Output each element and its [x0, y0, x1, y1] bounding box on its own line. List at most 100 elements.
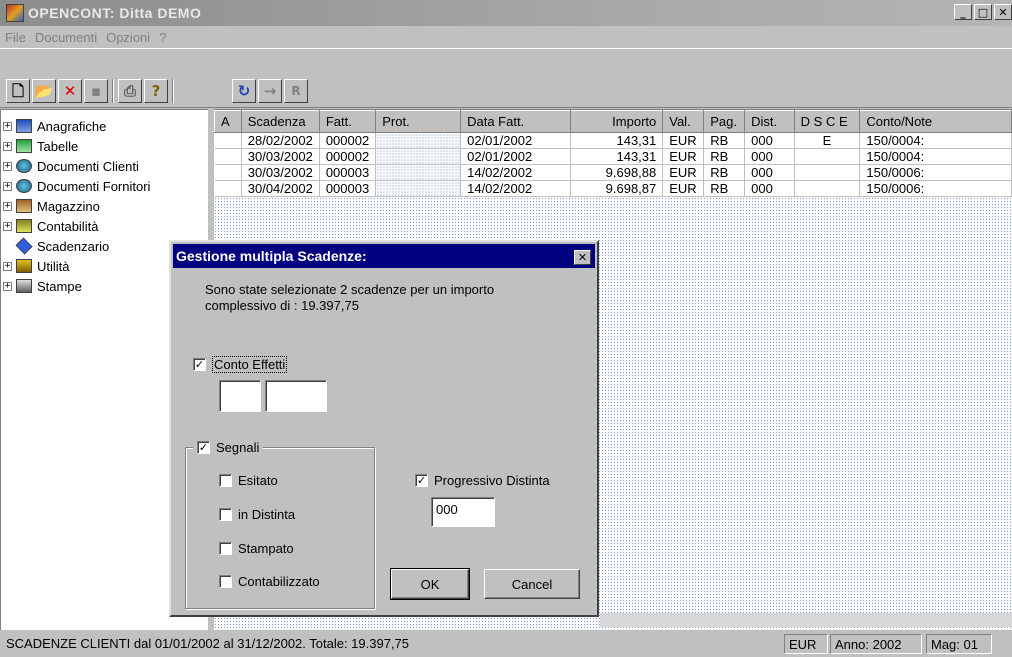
- report-button[interactable]: R: [284, 79, 308, 103]
- checkbox-box[interactable]: ✓: [415, 474, 428, 487]
- segnali-checkbox[interactable]: ✓ Segnali: [193, 440, 264, 455]
- cell-dsce[interactable]: [794, 180, 861, 197]
- column-header[interactable]: Importo: [569, 110, 664, 133]
- checkbox-box[interactable]: [219, 542, 232, 555]
- tree-item-magazzino[interactable]: + Magazzino: [3, 196, 100, 216]
- conto-effetti-field-2[interactable]: [265, 380, 327, 412]
- cell-pag[interactable]: RB: [703, 148, 746, 165]
- cell-val[interactable]: EUR: [662, 132, 705, 149]
- cell-importo[interactable]: 143,31: [570, 148, 664, 165]
- cell-val[interactable]: EUR: [662, 180, 705, 197]
- cell-dist[interactable]: 000: [744, 148, 795, 165]
- save-button[interactable]: ▪: [84, 79, 108, 103]
- expand-icon[interactable]: +: [3, 161, 12, 171]
- menu-opzioni[interactable]: Opzioni: [106, 30, 150, 45]
- cell-fatt[interactable]: 000003: [319, 164, 377, 181]
- tree-item-stampe[interactable]: + Stampe: [3, 276, 82, 296]
- cell-data-fatt[interactable]: 14/02/2002: [460, 164, 571, 181]
- tree-item-scadenzario[interactable]: Scadenzario: [3, 236, 109, 256]
- cell-conto[interactable]: 150/0004:: [859, 132, 1012, 149]
- stampato-checkbox[interactable]: Stampato: [219, 541, 294, 556]
- next-button[interactable]: →: [258, 79, 282, 103]
- checkbox-box[interactable]: ✓: [193, 358, 206, 371]
- close-button[interactable]: ✕: [994, 4, 1012, 20]
- cell-a[interactable]: [214, 180, 242, 197]
- tree-item-anagrafiche[interactable]: + Anagrafiche: [3, 116, 106, 136]
- checkbox-box[interactable]: [219, 508, 232, 521]
- table-row[interactable]: 30/03/2002 000003 14/02/2002 9.698,88 EU…: [214, 164, 1012, 181]
- cell-data-fatt[interactable]: 02/01/2002: [460, 148, 571, 165]
- cell-fatt[interactable]: 000003: [319, 180, 377, 197]
- cell-prot[interactable]: [375, 180, 462, 197]
- cell-importo[interactable]: 9.698,87: [570, 180, 664, 197]
- esitato-checkbox[interactable]: Esitato: [219, 473, 278, 488]
- column-header[interactable]: A: [214, 110, 242, 133]
- open-folder-button[interactable]: 📂: [32, 79, 56, 103]
- column-header[interactable]: Fatt.: [318, 110, 377, 133]
- cell-dist[interactable]: 000: [744, 180, 795, 197]
- conto-effetti-field-1[interactable]: [219, 380, 261, 412]
- cell-a[interactable]: [214, 164, 242, 181]
- tree-item-tabelle[interactable]: + Tabelle: [3, 136, 78, 156]
- cell-conto[interactable]: 150/0006:: [859, 164, 1012, 181]
- cell-val[interactable]: EUR: [662, 164, 705, 181]
- progressivo-distinta-input[interactable]: 000: [431, 497, 495, 527]
- print-button[interactable]: ⎙: [118, 79, 142, 103]
- column-header[interactable]: D S C E: [793, 110, 861, 133]
- table-row[interactable]: 30/03/2002 000002 02/01/2002 143,31 EUR …: [214, 148, 1012, 165]
- maximize-button[interactable]: □: [974, 4, 992, 20]
- cell-fatt[interactable]: 000002: [319, 132, 377, 149]
- checkbox-box[interactable]: ✓: [197, 441, 210, 454]
- tree-item-documenti-fornitori[interactable]: + Documenti Fornitori: [3, 176, 150, 196]
- expand-icon[interactable]: +: [3, 281, 12, 291]
- checkbox-box[interactable]: [219, 474, 232, 487]
- cell-data-fatt[interactable]: 02/01/2002: [460, 132, 571, 149]
- menu-file[interactable]: File: [5, 30, 26, 45]
- column-header[interactable]: Scadenza: [240, 110, 320, 133]
- cell-pag[interactable]: RB: [703, 132, 746, 149]
- menu-documenti[interactable]: Documenti: [35, 30, 97, 45]
- cell-scadenza[interactable]: 30/03/2002: [241, 148, 320, 165]
- cell-pag[interactable]: RB: [703, 164, 746, 181]
- help-button[interactable]: ?: [144, 79, 168, 103]
- column-header[interactable]: Val.: [662, 110, 705, 133]
- tree-item-contabilita[interactable]: + Contabilità: [3, 216, 98, 236]
- expand-icon[interactable]: +: [3, 141, 12, 151]
- column-header[interactable]: Data Fatt.: [460, 110, 571, 133]
- cell-pag[interactable]: RB: [703, 180, 746, 197]
- cell-prot[interactable]: [375, 164, 462, 181]
- cell-dist[interactable]: 000: [744, 132, 795, 149]
- column-header[interactable]: Dist.: [744, 110, 795, 133]
- column-header[interactable]: Conto/Note: [859, 110, 1012, 133]
- expand-icon[interactable]: +: [3, 181, 12, 191]
- progressivo-distinta-checkbox[interactable]: ✓ Progressivo Distinta: [415, 473, 550, 488]
- refresh-button[interactable]: ↻: [232, 79, 256, 103]
- cell-importo[interactable]: 9.698,88: [570, 164, 664, 181]
- cell-conto[interactable]: 150/0004:: [859, 148, 1012, 165]
- cell-prot[interactable]: [375, 148, 462, 165]
- cell-val[interactable]: EUR: [662, 148, 705, 165]
- tree-item-utilita[interactable]: + Utilità: [3, 256, 70, 276]
- cell-fatt[interactable]: 000002: [319, 148, 377, 165]
- cell-a[interactable]: [214, 132, 242, 149]
- cell-a[interactable]: [214, 148, 242, 165]
- new-document-button[interactable]: 🗋: [6, 79, 30, 103]
- tree-item-documenti-clienti[interactable]: + Documenti Clienti: [3, 156, 139, 176]
- cell-scadenza[interactable]: 30/04/2002: [241, 180, 320, 197]
- contabilizzato-checkbox[interactable]: Contabilizzato: [219, 574, 320, 589]
- cancel-button[interactable]: Cancel: [484, 569, 580, 599]
- table-row[interactable]: 30/04/2002 000003 14/02/2002 9.698,87 EU…: [214, 180, 1012, 197]
- cell-scadenza[interactable]: 30/03/2002: [241, 164, 320, 181]
- cell-data-fatt[interactable]: 14/02/2002: [460, 180, 571, 197]
- cell-scadenza[interactable]: 28/02/2002: [241, 132, 320, 149]
- column-header[interactable]: Prot.: [375, 110, 462, 133]
- cell-prot[interactable]: [375, 132, 462, 149]
- menu-help[interactable]: ?: [159, 30, 166, 45]
- delete-button[interactable]: ✕: [58, 79, 82, 103]
- cell-dsce[interactable]: [794, 148, 861, 165]
- in-distinta-checkbox[interactable]: in Distinta: [219, 507, 295, 522]
- expand-icon[interactable]: +: [3, 121, 12, 131]
- dialog-close-button[interactable]: ✕: [574, 250, 591, 265]
- expand-icon[interactable]: +: [3, 201, 12, 211]
- checkbox-box[interactable]: [219, 575, 232, 588]
